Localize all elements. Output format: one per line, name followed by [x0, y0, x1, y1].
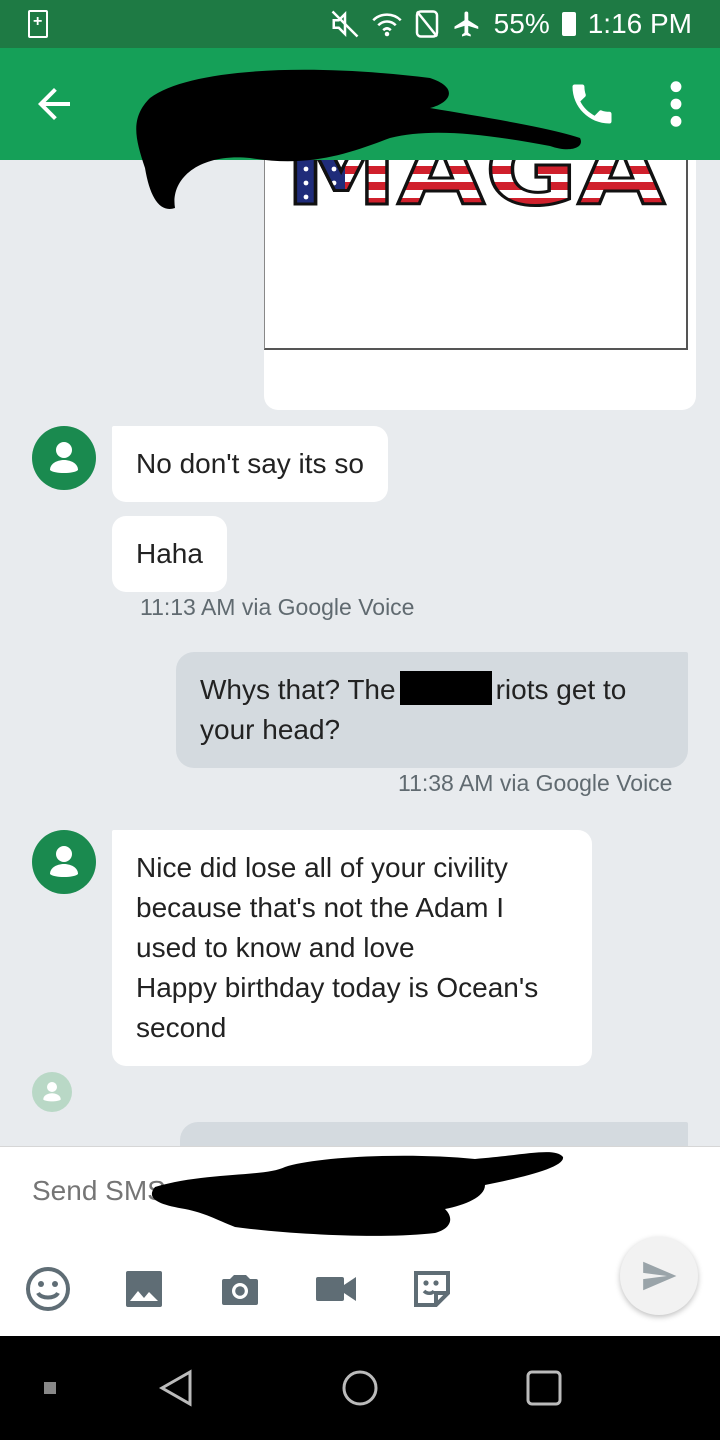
send-icon — [643, 1261, 677, 1291]
redacted-scribble — [151, 1152, 564, 1236]
contact-avatar-small[interactable] — [32, 1072, 72, 1112]
status-bar: 55% 1:16 PM — [0, 0, 720, 48]
compose-area — [0, 1146, 720, 1336]
nfc-icon — [415, 10, 438, 38]
video-icon[interactable] — [312, 1265, 360, 1313]
message-thread[interactable]: MAGA MAGA No don't say its so Haha 11:13… — [0, 160, 720, 1146]
status-icons: 55% 1:16 PM — [330, 8, 692, 40]
battery-saver-icon — [28, 10, 48, 38]
back-arrow-icon[interactable] — [30, 80, 78, 128]
redacted-contact-name — [136, 69, 581, 209]
battery-icon — [561, 12, 576, 36]
incoming-message[interactable]: Haha — [112, 516, 227, 592]
wifi-icon — [372, 13, 402, 37]
camera-icon[interactable] — [216, 1265, 264, 1313]
clock: 1:16 PM — [587, 8, 692, 39]
more-vert-icon[interactable] — [658, 78, 694, 130]
message-line: Nice did lose all of your civility — [136, 852, 508, 883]
message-text-part: Whys that? The — [200, 674, 396, 705]
outgoing-message-partial[interactable] — [180, 1122, 688, 1146]
message-timestamp: 11:38 AM via Google Voice — [398, 770, 673, 796]
nav-back-icon[interactable] — [156, 1368, 196, 1408]
contact-avatar[interactable] — [32, 426, 96, 490]
image-icon[interactable] — [120, 1265, 168, 1313]
app-bar — [0, 48, 720, 209]
message-text: Haha — [136, 538, 203, 569]
emoji-icon[interactable] — [24, 1265, 72, 1313]
redacted-word — [399, 671, 492, 705]
outgoing-message[interactable]: Whys that? The riots get to your head? — [176, 652, 688, 768]
message-line: Happy birthday today is Ocean's — [136, 972, 539, 1003]
nav-dot-icon — [44, 1382, 56, 1394]
airplane-icon — [454, 11, 478, 37]
contact-avatar[interactable] — [32, 830, 96, 894]
sticker-icon[interactable] — [408, 1265, 456, 1313]
battery-percent: 55% — [493, 8, 550, 39]
incoming-message[interactable]: Nice did lose all of your civility becau… — [112, 830, 592, 1066]
attachment-toolbar — [24, 1265, 456, 1313]
mute-icon — [331, 10, 359, 38]
message-line: because that's not the Adam I — [136, 892, 505, 923]
message-line: second — [136, 1012, 227, 1043]
nav-recents-icon[interactable] — [524, 1368, 564, 1408]
navigation-bar — [0, 1336, 720, 1440]
nav-home-icon[interactable] — [340, 1368, 380, 1408]
message-text: No don't say its so — [136, 448, 364, 479]
message-line: used to know and love — [136, 932, 415, 963]
incoming-message[interactable]: No don't say its so — [112, 426, 388, 502]
message-timestamp: 11:13 AM via Google Voice — [140, 594, 415, 620]
send-button[interactable] — [620, 1237, 698, 1315]
